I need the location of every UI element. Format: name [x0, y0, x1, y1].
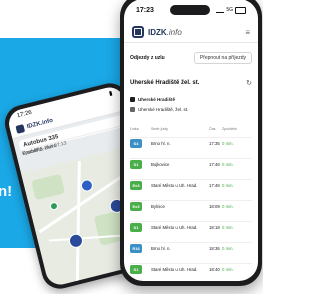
- line-badge: Ex3: [130, 181, 142, 190]
- stop-name: Uherské Hradiště: [138, 96, 176, 102]
- departures-table-header: Linka Směr jízdy Čas Zpoždění: [130, 127, 252, 133]
- line-badge: S1: [130, 265, 142, 274]
- hero-section: n! 17:26 ▮ IDZK.info Autobus 335 Kroměří…: [0, 0, 263, 294]
- departure-row[interactable]: S4 Brno hl. n. 17:35 0 min.: [130, 137, 252, 150]
- departure-row[interactable]: S1 Staré Město u Uh. Hrad. 18:18 0 min.: [130, 221, 252, 234]
- bus-icon: [130, 106, 135, 112]
- departure-destination: Bylnice: [151, 204, 165, 209]
- departure-row[interactable]: S1 Bojkovice 17:46 0 min.: [130, 158, 252, 171]
- column-delay: Zpoždění: [222, 127, 237, 131]
- departure-row[interactable]: R16 Brno hl. n. 18:36 0 min.: [130, 242, 252, 255]
- line-badge: Ex3: [130, 202, 142, 211]
- departure-delay: 0 min.: [222, 246, 234, 251]
- header-divider: [124, 42, 258, 43]
- hero-heading-fragment: n!: [0, 183, 13, 200]
- brand-bold: IDZK: [148, 27, 167, 37]
- direction-tabs: Odjezdy z uzlu Přepnout na příjezdy: [130, 51, 252, 65]
- stop-marker-icon[interactable]: [49, 201, 59, 211]
- departure-time: 18:36: [209, 246, 220, 251]
- departure-time: 18:09: [209, 204, 220, 209]
- hamburger-menu-icon[interactable]: ≡: [245, 28, 250, 37]
- line-badge: S1: [130, 160, 142, 169]
- departure-row[interactable]: Ex3 Staré Město u Uh. Hrad. 17:46 0 min.: [130, 179, 252, 192]
- line-badge: S1: [130, 223, 142, 232]
- battery-icon: ▮: [108, 90, 114, 97]
- departure-time: 17:35: [209, 141, 220, 146]
- departure-time: 18:18: [209, 225, 220, 230]
- departure-delay: 0 min.: [222, 267, 234, 272]
- departure-row[interactable]: S1 Staré Město u Uh. Hrad. 18:40 0 min.: [130, 263, 252, 276]
- app-logo-icon[interactable]: [132, 26, 144, 38]
- map-park-area: [31, 173, 66, 201]
- departure-row[interactable]: Ex3 Bylnice 18:09 0 min.: [130, 200, 252, 213]
- app-header: IDZK.info ≡: [124, 23, 258, 41]
- departure-delay: 0 min.: [222, 225, 234, 230]
- app-brand: IDZK.info: [148, 28, 182, 37]
- column-time: Čas: [209, 127, 216, 131]
- tab-departures[interactable]: Odjezdy z uzlu: [130, 55, 165, 61]
- signal-icon: [216, 7, 225, 13]
- map-road: [75, 160, 81, 288]
- status-icons: 5G: [216, 6, 246, 14]
- status-time: 17:23: [136, 6, 154, 14]
- departure-delay: 0 min.: [222, 183, 234, 188]
- departure-delay: 0 min.: [222, 162, 234, 167]
- departure-destination: Brno hl. n.: [151, 246, 171, 251]
- station-name: Uherské Hradiště žel. st.: [130, 80, 200, 86]
- brand-suffix: .info: [166, 27, 182, 37]
- departure-destination: Staré Město u Uh. Hrad.: [151, 267, 198, 272]
- back-phone-time: 17:26: [16, 109, 33, 120]
- departure-time: 18:40: [209, 267, 220, 272]
- network-label: 5G: [226, 7, 233, 13]
- bus-marker-icon[interactable]: [67, 232, 85, 250]
- departure-destination: Staré Město u Uh. Hrad.: [151, 225, 198, 230]
- line-badge: S4: [130, 139, 142, 148]
- departure-delay: 0 min.: [222, 204, 234, 209]
- departure-destination: Staré Město u Uh. Hrad.: [151, 183, 198, 188]
- column-destination: Směr jízdy: [151, 127, 168, 131]
- stop-item[interactable]: Uherské Hradiště: [130, 95, 252, 103]
- departure-delay: 0 min.: [222, 141, 234, 146]
- departure-destination: Brno hl. n.: [151, 141, 171, 146]
- train-icon: [130, 96, 135, 102]
- back-phone-brand: IDZK.info: [26, 117, 54, 131]
- front-phone-screen: 17:23 5G IDZK.info ≡ Odjezdy z uzlu Přep…: [124, 0, 258, 281]
- column-line: Linka: [130, 127, 139, 131]
- switch-to-arrivals-button[interactable]: Přepnout na příjezdy: [193, 52, 252, 64]
- stop-name: Uherské Hradiště, žel. st.: [138, 106, 189, 112]
- departure-destination: Bojkovice: [151, 162, 170, 167]
- station-header: Uherské Hradiště žel. st. ↻: [130, 78, 252, 88]
- departure-time: 17:46: [209, 183, 220, 188]
- line-badge: R16: [130, 244, 142, 253]
- refresh-icon[interactable]: ↻: [246, 79, 252, 87]
- phone-notch: [170, 5, 210, 15]
- app-logo-icon: [15, 124, 26, 134]
- stop-item[interactable]: Uherské Hradiště, žel. st.: [130, 105, 252, 113]
- battery-icon: [235, 6, 246, 14]
- departure-time: 17:46: [209, 162, 220, 167]
- map-location-pin-icon[interactable]: [79, 178, 95, 193]
- front-phone-mockup: 17:23 5G IDZK.info ≡ Odjezdy z uzlu Přep…: [120, 0, 262, 286]
